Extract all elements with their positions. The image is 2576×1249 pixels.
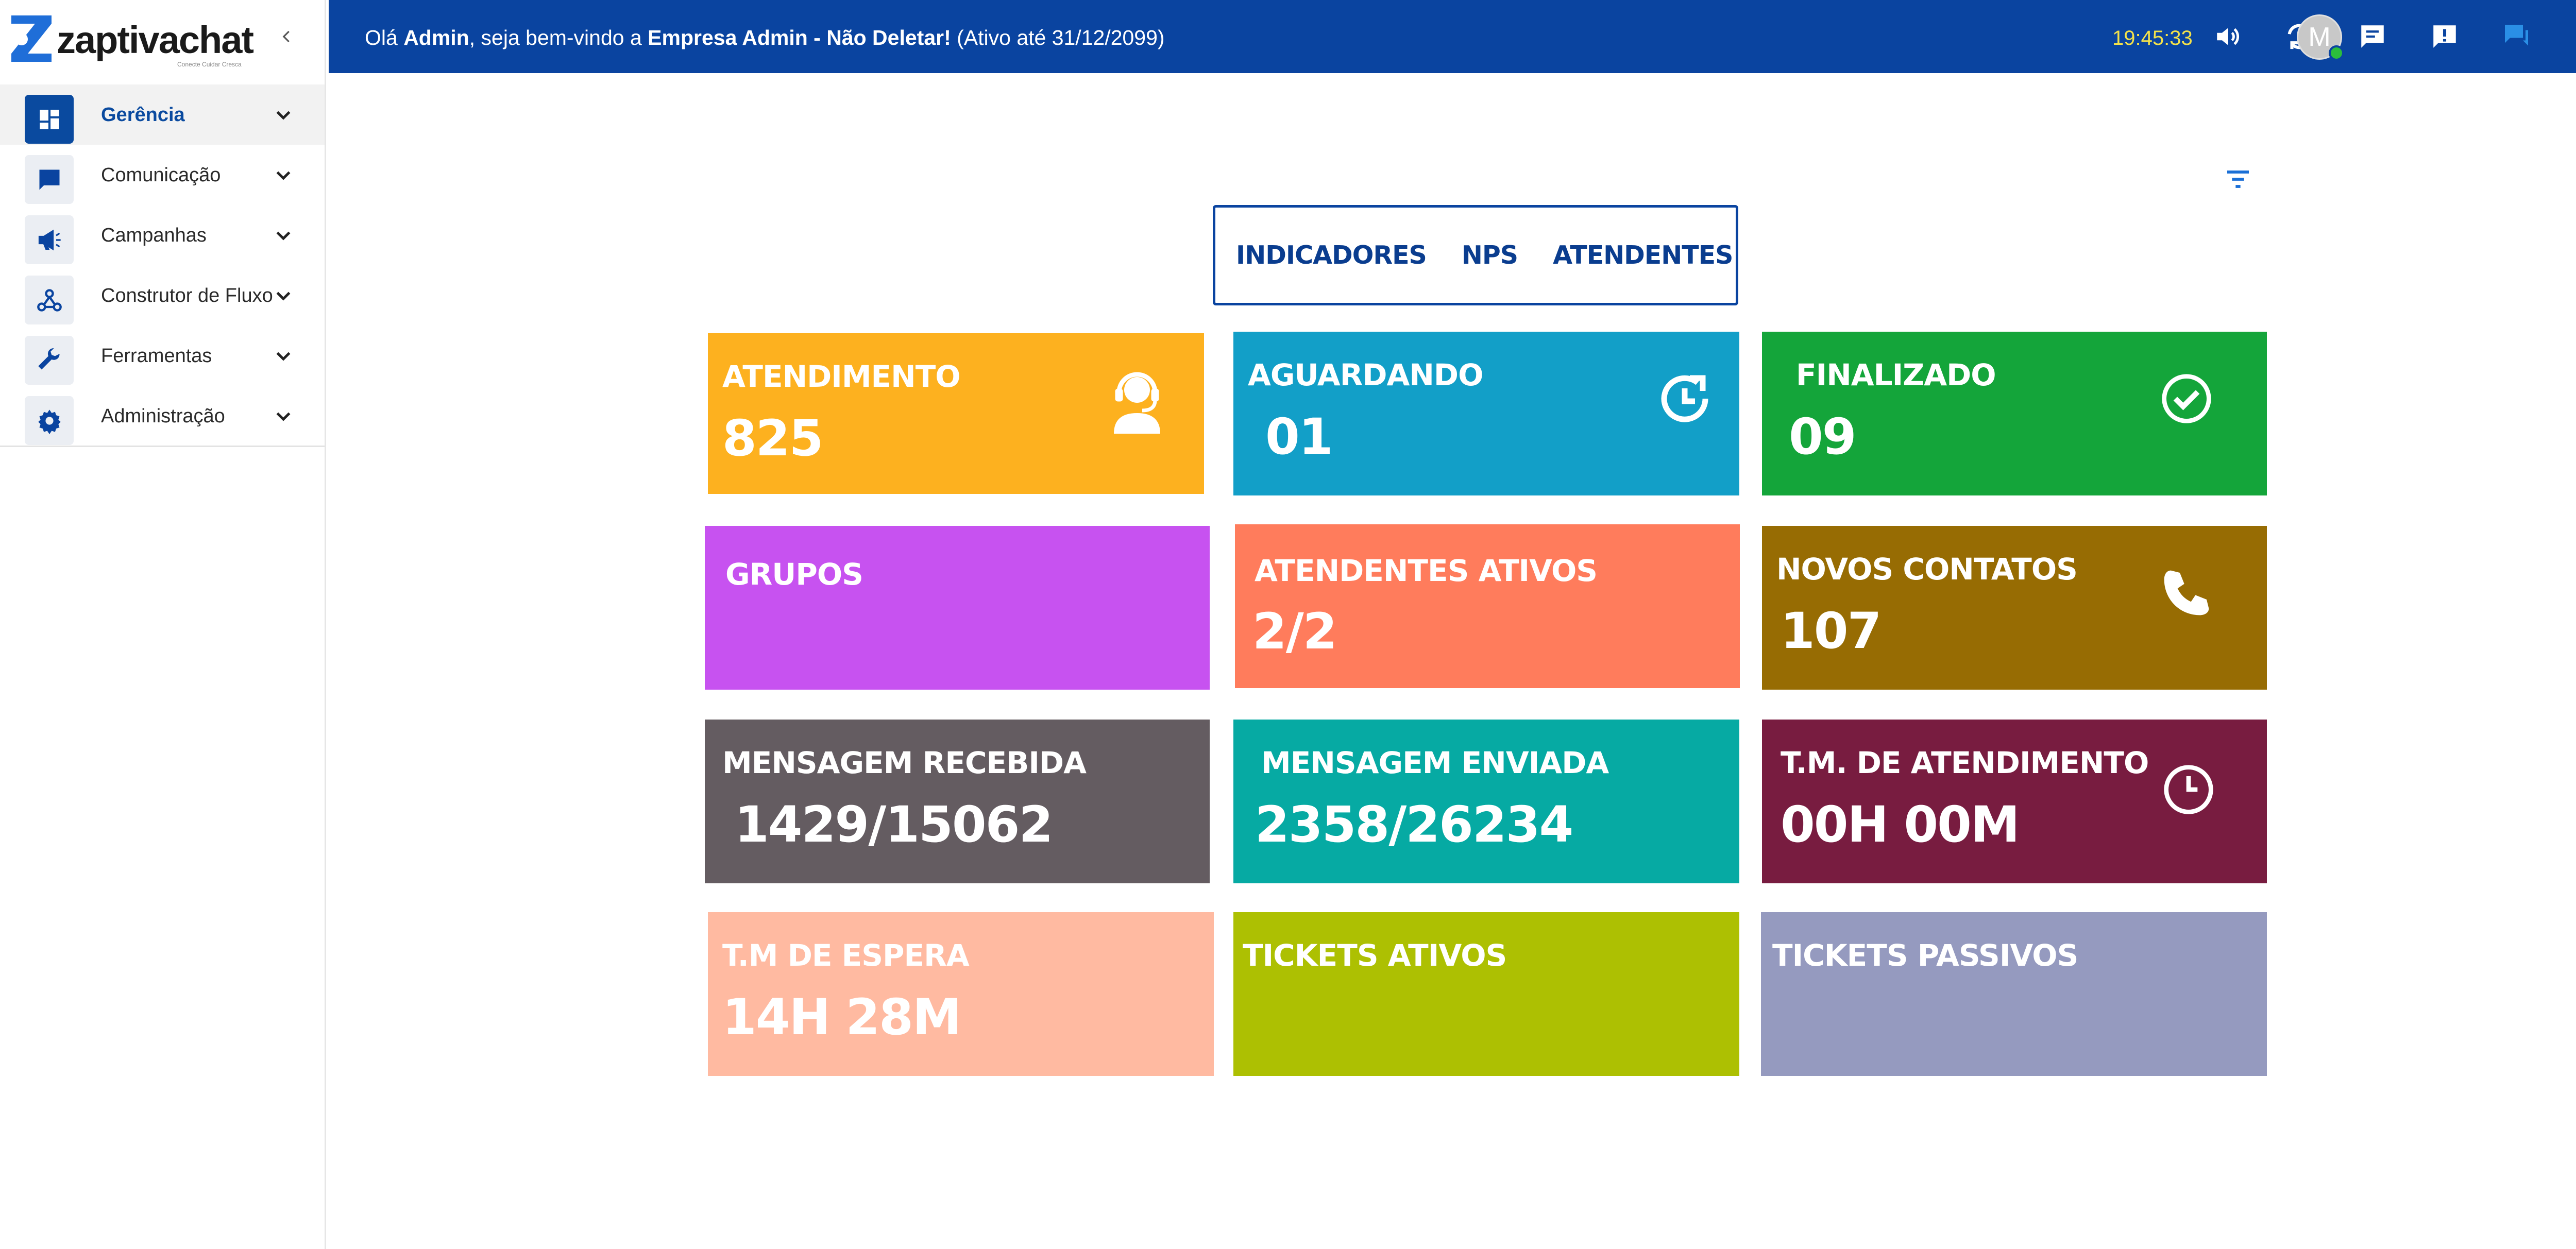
dashboard-icon <box>25 95 74 144</box>
sidebar-item-label: Construtor de Fluxo <box>101 285 273 306</box>
logo[interactable]: zaptivachat Conecte Cuidar Cresca <box>7 8 265 69</box>
card-title: MENSAGEM RECEBIDA <box>722 745 1087 780</box>
sidebar-item-label: Campanhas <box>101 225 207 246</box>
logo-text: zaptivachat <box>57 19 254 61</box>
alerts-button[interactable] <box>2427 19 2463 55</box>
card-title: AGUARDANDO <box>1248 357 1483 392</box>
card-aguardando[interactable]: AGUARDANDO 01 <box>1233 332 1739 495</box>
logo-tagline: Conecte Cuidar Cresca <box>177 61 242 68</box>
card-value: 2358/26234 <box>1255 796 1573 853</box>
card-title: ATENDENTES ATIVOS <box>1255 553 1598 588</box>
sidebar-item-ferramentas[interactable]: Ferramentas <box>0 326 325 386</box>
sidebar: zaptivachat Conecte Cuidar Cresca Gerênc… <box>0 0 326 1249</box>
user-name: Admin <box>403 26 469 49</box>
chevron-down-icon <box>276 231 291 241</box>
sidebar-item-gerencia[interactable]: Gerência <box>0 84 325 145</box>
tab-bar: INDICADORES NPS ATENDENTES <box>1213 205 1738 305</box>
alert-icon <box>2433 25 2456 48</box>
chevron-down-icon <box>276 352 291 361</box>
card-title: ATENDIMENTO <box>722 359 961 394</box>
card-atendimento[interactable]: ATENDIMENTO 825 <box>708 333 1204 494</box>
sidebar-item-campanhas[interactable]: Campanhas <box>0 205 325 265</box>
card-value: 00H 00M <box>1781 796 2020 853</box>
online-status-indicator <box>2329 45 2344 61</box>
tab-nps[interactable]: NPS <box>1462 241 1518 270</box>
company-name: Empresa Admin - Não Deletar! <box>648 26 951 49</box>
sidebar-divider <box>0 446 325 447</box>
logo-mark-icon <box>11 15 52 62</box>
card-value: 01 <box>1265 408 1333 466</box>
sidebar-item-label: Gerência <box>101 104 185 126</box>
card-value: 825 <box>722 409 823 467</box>
tab-atendentes[interactable]: ATENDENTES <box>1553 241 1733 270</box>
card-value: 1429/15062 <box>735 796 1053 853</box>
chevron-left-icon <box>282 30 290 43</box>
clock-icon <box>2164 765 2213 814</box>
sidebar-item-label: Ferramentas <box>101 345 212 367</box>
card-tickets-passivos[interactable]: TICKETS PASSIVOS <box>1761 912 2267 1076</box>
card-title: GRUPOS <box>725 557 863 592</box>
card-tickets-ativos[interactable]: TICKETS ATIVOS <box>1233 912 1739 1076</box>
sidebar-item-label: Administração <box>101 405 225 427</box>
card-title: T.M DE ESPERA <box>722 938 970 973</box>
webhook-icon <box>25 276 74 324</box>
card-tm-espera[interactable]: T.M DE ESPERA 14H 28M <box>708 912 1214 1076</box>
card-title: FINALIZADO <box>1796 357 1996 392</box>
chevron-down-icon <box>276 412 291 421</box>
card-title: TICKETS PASSIVOS <box>1772 938 2078 973</box>
card-value: 14H 28M <box>722 988 961 1046</box>
greeting-prefix: Olá <box>365 26 404 49</box>
validity-text: (Ativo até 31/12/2099) <box>951 26 1165 49</box>
card-mensagem-recebida[interactable]: MENSAGEM RECEBIDA 1429/15062 <box>705 720 1210 883</box>
volume-button[interactable] <box>2210 19 2246 55</box>
volume-icon <box>2217 28 2239 45</box>
welcome-message: Olá Admin, seja bem-vindo a Empresa Admi… <box>365 26 1165 50</box>
card-title: T.M. DE ATENDIMENTO <box>1781 745 2149 780</box>
gear-icon <box>25 396 74 445</box>
greeting-middle: , seja bem-vindo a <box>469 26 648 49</box>
check-circle-icon <box>2162 374 2211 423</box>
chevron-down-icon <box>276 111 291 120</box>
chats-icon <box>2505 25 2528 46</box>
card-atendentes-ativos[interactable]: ATENDENTES ATIVOS 2/2 <box>1235 524 1740 688</box>
clock: 19:45:33 <box>2112 27 2193 49</box>
card-tm-atendimento[interactable]: T.M. DE ATENDIMENTO 00H 00M <box>1762 720 2267 883</box>
card-mensagem-enviada[interactable]: MENSAGEM ENVIADA 2358/26234 <box>1233 720 1739 883</box>
card-title: TICKETS ATIVOS <box>1243 938 1507 973</box>
chevron-down-icon <box>276 171 291 180</box>
card-value: 2/2 <box>1252 603 1337 660</box>
chats-button[interactable] <box>2500 19 2536 55</box>
sidebar-item-administracao[interactable]: Administração <box>0 386 325 446</box>
card-finalizado[interactable]: FINALIZADO 09 <box>1762 332 2267 495</box>
card-value: 107 <box>1781 602 1882 660</box>
chat-icon <box>25 155 74 204</box>
sidebar-item-construtor-fluxo[interactable]: Construtor de Fluxo <box>0 265 325 326</box>
card-novos-contatos[interactable]: NOVOS CONTATOS 107 <box>1762 526 2267 690</box>
phone-icon <box>2164 570 2209 615</box>
sidebar-item-comunicacao[interactable]: Comunicação <box>0 145 325 205</box>
card-title: MENSAGEM ENVIADA <box>1261 745 1609 780</box>
card-value: 09 <box>1789 408 1857 466</box>
headset-user-icon <box>1114 372 1160 434</box>
messages-button[interactable] <box>2354 19 2391 55</box>
card-title: NOVOS CONTATOS <box>1776 552 2078 587</box>
chevron-down-icon <box>276 292 291 301</box>
wrench-icon <box>25 336 74 385</box>
card-grupos[interactable]: GRUPOS <box>705 526 1210 690</box>
message-icon <box>2361 25 2384 48</box>
tab-indicadores[interactable]: INDICADORES <box>1236 241 1427 270</box>
clock-refresh-icon <box>1661 375 1708 422</box>
megaphone-icon <box>25 215 74 264</box>
top-bar: Olá Admin, seja bem-vindo a Empresa Admi… <box>329 0 2576 73</box>
collapse-sidebar-button[interactable] <box>274 24 300 49</box>
sidebar-item-label: Comunicação <box>101 164 221 186</box>
filter-icon[interactable] <box>2224 165 2252 194</box>
